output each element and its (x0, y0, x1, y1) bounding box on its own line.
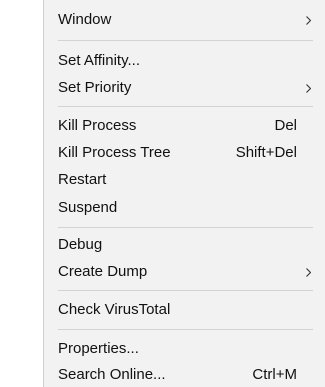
chevron-right-icon (306, 268, 311, 277)
menu-item-label: Set Priority (58, 79, 132, 96)
menu-item-shortcut: Del (274, 117, 297, 134)
menu-item-properties[interactable]: Properties... (44, 337, 325, 361)
menu-item-label: Restart (58, 171, 107, 188)
menu-item-search-online[interactable]: Search Online... Ctrl+M (44, 363, 325, 387)
menu-separator (58, 227, 313, 228)
menu-item-label: Search Online... (58, 366, 166, 383)
menu-item-label: Kill Process Tree (58, 144, 171, 161)
context-menu: Window Set Affinity... Set Priority Kill… (43, 0, 325, 387)
menu-item-label: Window (58, 11, 112, 28)
menu-item-restart[interactable]: Restart (44, 168, 325, 192)
menu-item-label: Debug (58, 236, 103, 253)
menu-item-create-dump[interactable]: Create Dump (44, 260, 325, 284)
menu-item-label: Suspend (58, 199, 118, 216)
menu-item-kill-process[interactable]: Kill Process Del (44, 114, 325, 138)
menu-item-kill-process-tree[interactable]: Kill Process Tree Shift+Del (44, 141, 325, 165)
menu-item-label: Set Affinity... (58, 52, 140, 69)
menu-item-check-virustotal[interactable]: Check VirusTotal (44, 298, 325, 322)
menu-separator (58, 106, 313, 107)
menu-item-label: Check VirusTotal (58, 301, 171, 318)
menu-separator (58, 40, 313, 41)
menu-item-label: Properties... (58, 340, 139, 357)
menu-item-set-affinity[interactable]: Set Affinity... (44, 49, 325, 73)
menu-separator (58, 329, 313, 330)
menu-separator (58, 290, 313, 291)
chevron-right-icon (306, 16, 311, 25)
menu-item-window[interactable]: Window (44, 8, 325, 32)
menu-item-shortcut: Shift+Del (235, 144, 297, 161)
menu-item-label: Kill Process (58, 117, 137, 134)
menu-item-set-priority[interactable]: Set Priority (44, 76, 325, 100)
menu-item-suspend[interactable]: Suspend (44, 196, 325, 220)
menu-item-shortcut: Ctrl+M (252, 366, 297, 383)
menu-item-debug[interactable]: Debug (44, 233, 325, 257)
chevron-right-icon (306, 84, 311, 93)
menu-item-label: Create Dump (58, 263, 148, 280)
